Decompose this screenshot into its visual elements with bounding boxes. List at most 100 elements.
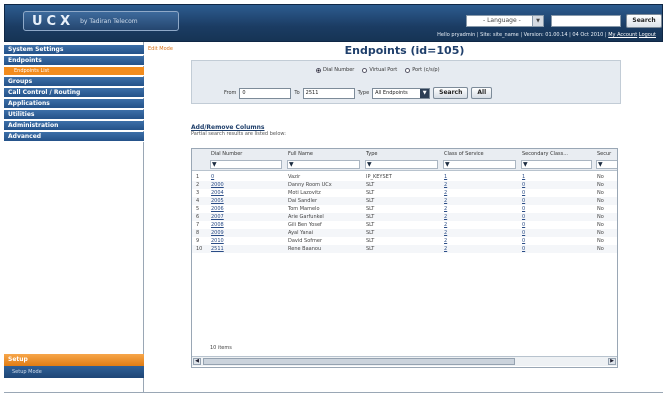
from-label: From	[224, 90, 237, 96]
search-button[interactable]: Search	[433, 87, 469, 99]
scroll-left-icon[interactable]: ◀	[193, 358, 201, 365]
full-name-filter[interactable]: ▼	[287, 160, 360, 169]
radio-unselected-icon[interactable]	[362, 67, 368, 73]
table-row[interactable]: 7 2008 Gili Ben Yosef SLT 2 0 No	[192, 221, 617, 229]
column-header-secondary-class[interactable]: Secondary Class...	[522, 151, 568, 157]
radio-virtual-port[interactable]: Virtual Port	[362, 67, 397, 73]
dial-number-link[interactable]: 2005	[211, 197, 224, 205]
dial-number-link[interactable]: 2000	[211, 181, 224, 189]
logout-link[interactable]: Logout	[639, 32, 656, 38]
sidebar-subitem-endpoints-list[interactable]: Endpoints List	[4, 67, 144, 76]
secondary-class-link[interactable]: 0	[522, 197, 525, 205]
dial-number-link[interactable]: 2006	[211, 205, 224, 213]
secondary-class-link[interactable]: 0	[522, 181, 525, 189]
column-header-dial-number[interactable]: Dial Number	[211, 151, 242, 157]
class-of-service-link[interactable]: 2	[444, 197, 447, 205]
column-header-full-name[interactable]: Full Name	[288, 151, 313, 157]
sidebar-item-groups[interactable]: Groups	[4, 77, 144, 87]
sidebar-item-utilities[interactable]: Utilities	[4, 110, 144, 120]
dial-number-link[interactable]: 2511	[211, 245, 224, 253]
table-row[interactable]: 5 2006 Tom Mamelo SLT 2 0 No	[192, 205, 617, 213]
horizontal-scrollbar[interactable]: ◀ ▶	[192, 356, 617, 366]
sidebar-item-call-control[interactable]: Call Control / Routing	[4, 88, 144, 98]
table-row[interactable]: 4 2005 Dai Sandler SLT 2 0 No	[192, 197, 617, 205]
secur-cell: No	[597, 190, 604, 196]
results-note: Partial search results are listed below:	[191, 131, 286, 137]
chevron-down-icon[interactable]: ▼	[420, 88, 430, 98]
dial-number-link[interactable]: 0	[211, 173, 214, 181]
secur-filter[interactable]: ▼	[596, 160, 617, 169]
secondary-class-link[interactable]: 0	[522, 189, 525, 197]
sidebar-item-system-settings[interactable]: System Settings	[4, 45, 144, 55]
secondary-class-filter[interactable]: ▼	[521, 160, 592, 169]
secondary-class-link[interactable]: 0	[522, 245, 525, 253]
secondary-class-link[interactable]: 0	[522, 205, 525, 213]
class-of-service-link[interactable]: 2	[444, 221, 447, 229]
header-search-button[interactable]: Search	[626, 14, 662, 28]
class-of-service-link[interactable]: 2	[444, 205, 447, 213]
funnel-icon[interactable]: ▼	[598, 162, 603, 168]
radio-port[interactable]: Port (c/s/p)	[405, 67, 440, 73]
full-name-cell: David Sofmer	[288, 238, 323, 244]
table-row[interactable]: 9 2010 David Sofmer SLT 2 0 No	[192, 237, 617, 245]
dial-number-link[interactable]: 2004	[211, 189, 224, 197]
column-header-secur[interactable]: Secur	[597, 151, 611, 157]
secondary-class-link[interactable]: 1	[522, 173, 525, 181]
secur-cell: No	[597, 246, 604, 252]
secondary-class-link[interactable]: 0	[522, 237, 525, 245]
scroll-right-icon[interactable]: ▶	[608, 358, 616, 365]
table-row[interactable]: 10 2511 Rene Baanou SLT 2 0 No	[192, 245, 617, 253]
sidebar-item-advanced[interactable]: Advanced	[4, 132, 144, 142]
add-remove-columns-link[interactable]: Add/Remove Columns	[191, 124, 265, 131]
all-button[interactable]: All	[471, 87, 493, 99]
header-search-input[interactable]	[551, 15, 621, 27]
sidebar-item-endpoints[interactable]: Endpoints	[4, 56, 144, 66]
funnel-icon[interactable]: ▼	[445, 162, 450, 168]
funnel-icon[interactable]: ▼	[289, 162, 294, 168]
table-row[interactable]: 1 0 Vazir IP_KEYSET 1 1 No	[192, 173, 617, 181]
funnel-icon[interactable]: ▼	[523, 162, 528, 168]
table-row[interactable]: 3 2004 Moti Lazovitz SLT 2 0 No	[192, 189, 617, 197]
class-of-service-link[interactable]: 2	[444, 237, 447, 245]
sidebar-item-applications[interactable]: Applications	[4, 99, 144, 109]
type-label: Type	[357, 90, 370, 96]
class-of-service-filter[interactable]: ▼	[443, 160, 516, 169]
from-input[interactable]: 0	[239, 87, 292, 99]
secondary-class-link[interactable]: 0	[522, 229, 525, 237]
class-of-service-link[interactable]: 2	[444, 229, 447, 237]
column-header-class-of-service[interactable]: Class of Service	[444, 151, 484, 157]
dial-number-link[interactable]: 2008	[211, 221, 224, 229]
class-of-service-link[interactable]: 2	[444, 213, 447, 221]
type-cell: SLT	[366, 198, 375, 204]
to-input[interactable]: 2511	[302, 87, 355, 99]
radio-unselected-icon[interactable]	[405, 67, 411, 73]
secondary-class-link[interactable]: 0	[522, 221, 525, 229]
type-select[interactable]: All Endpoints ▼	[372, 87, 431, 99]
class-of-service-link[interactable]: 1	[444, 173, 447, 181]
sidebar-item-setup[interactable]: Setup	[4, 354, 144, 366]
funnel-icon[interactable]: ▼	[212, 162, 217, 168]
date-text: 04 Oct 2010	[572, 32, 604, 38]
my-account-link[interactable]: My Account	[608, 32, 637, 38]
sidebar-item-administration[interactable]: Administration	[4, 121, 144, 131]
radio-selected-icon[interactable]	[316, 67, 321, 73]
language-select[interactable]: - Language - ▼	[466, 15, 544, 27]
table-row[interactable]: 6 2007 Arie Garfunkel SLT 2 0 No	[192, 213, 617, 221]
funnel-icon[interactable]: ▼	[367, 162, 372, 168]
scroll-thumb[interactable]	[203, 358, 515, 365]
table-row[interactable]: 2 2000 Danny Room UCx SLT 2 0 No	[192, 181, 617, 189]
secondary-class-link[interactable]: 0	[522, 213, 525, 221]
dial-number-link[interactable]: 2007	[211, 213, 224, 221]
radio-dial-number[interactable]: Dial Number	[316, 67, 354, 73]
class-of-service-link[interactable]: 2	[444, 189, 447, 197]
column-header-type[interactable]: Type	[366, 151, 377, 157]
table-row[interactable]: 8 2009 Ayal Yanai SLT 2 0 No	[192, 229, 617, 237]
class-of-service-link[interactable]: 2	[444, 181, 447, 189]
class-of-service-link[interactable]: 2	[444, 245, 447, 253]
chevron-down-icon[interactable]: ▼	[532, 16, 543, 26]
dial-number-link[interactable]: 2010	[211, 237, 224, 245]
sidebar-subitem-setup-mode[interactable]: Setup Mode	[4, 366, 144, 378]
type-filter[interactable]: ▼	[365, 160, 438, 169]
dial-number-filter[interactable]: ▼	[210, 160, 282, 169]
dial-number-link[interactable]: 2009	[211, 229, 224, 237]
